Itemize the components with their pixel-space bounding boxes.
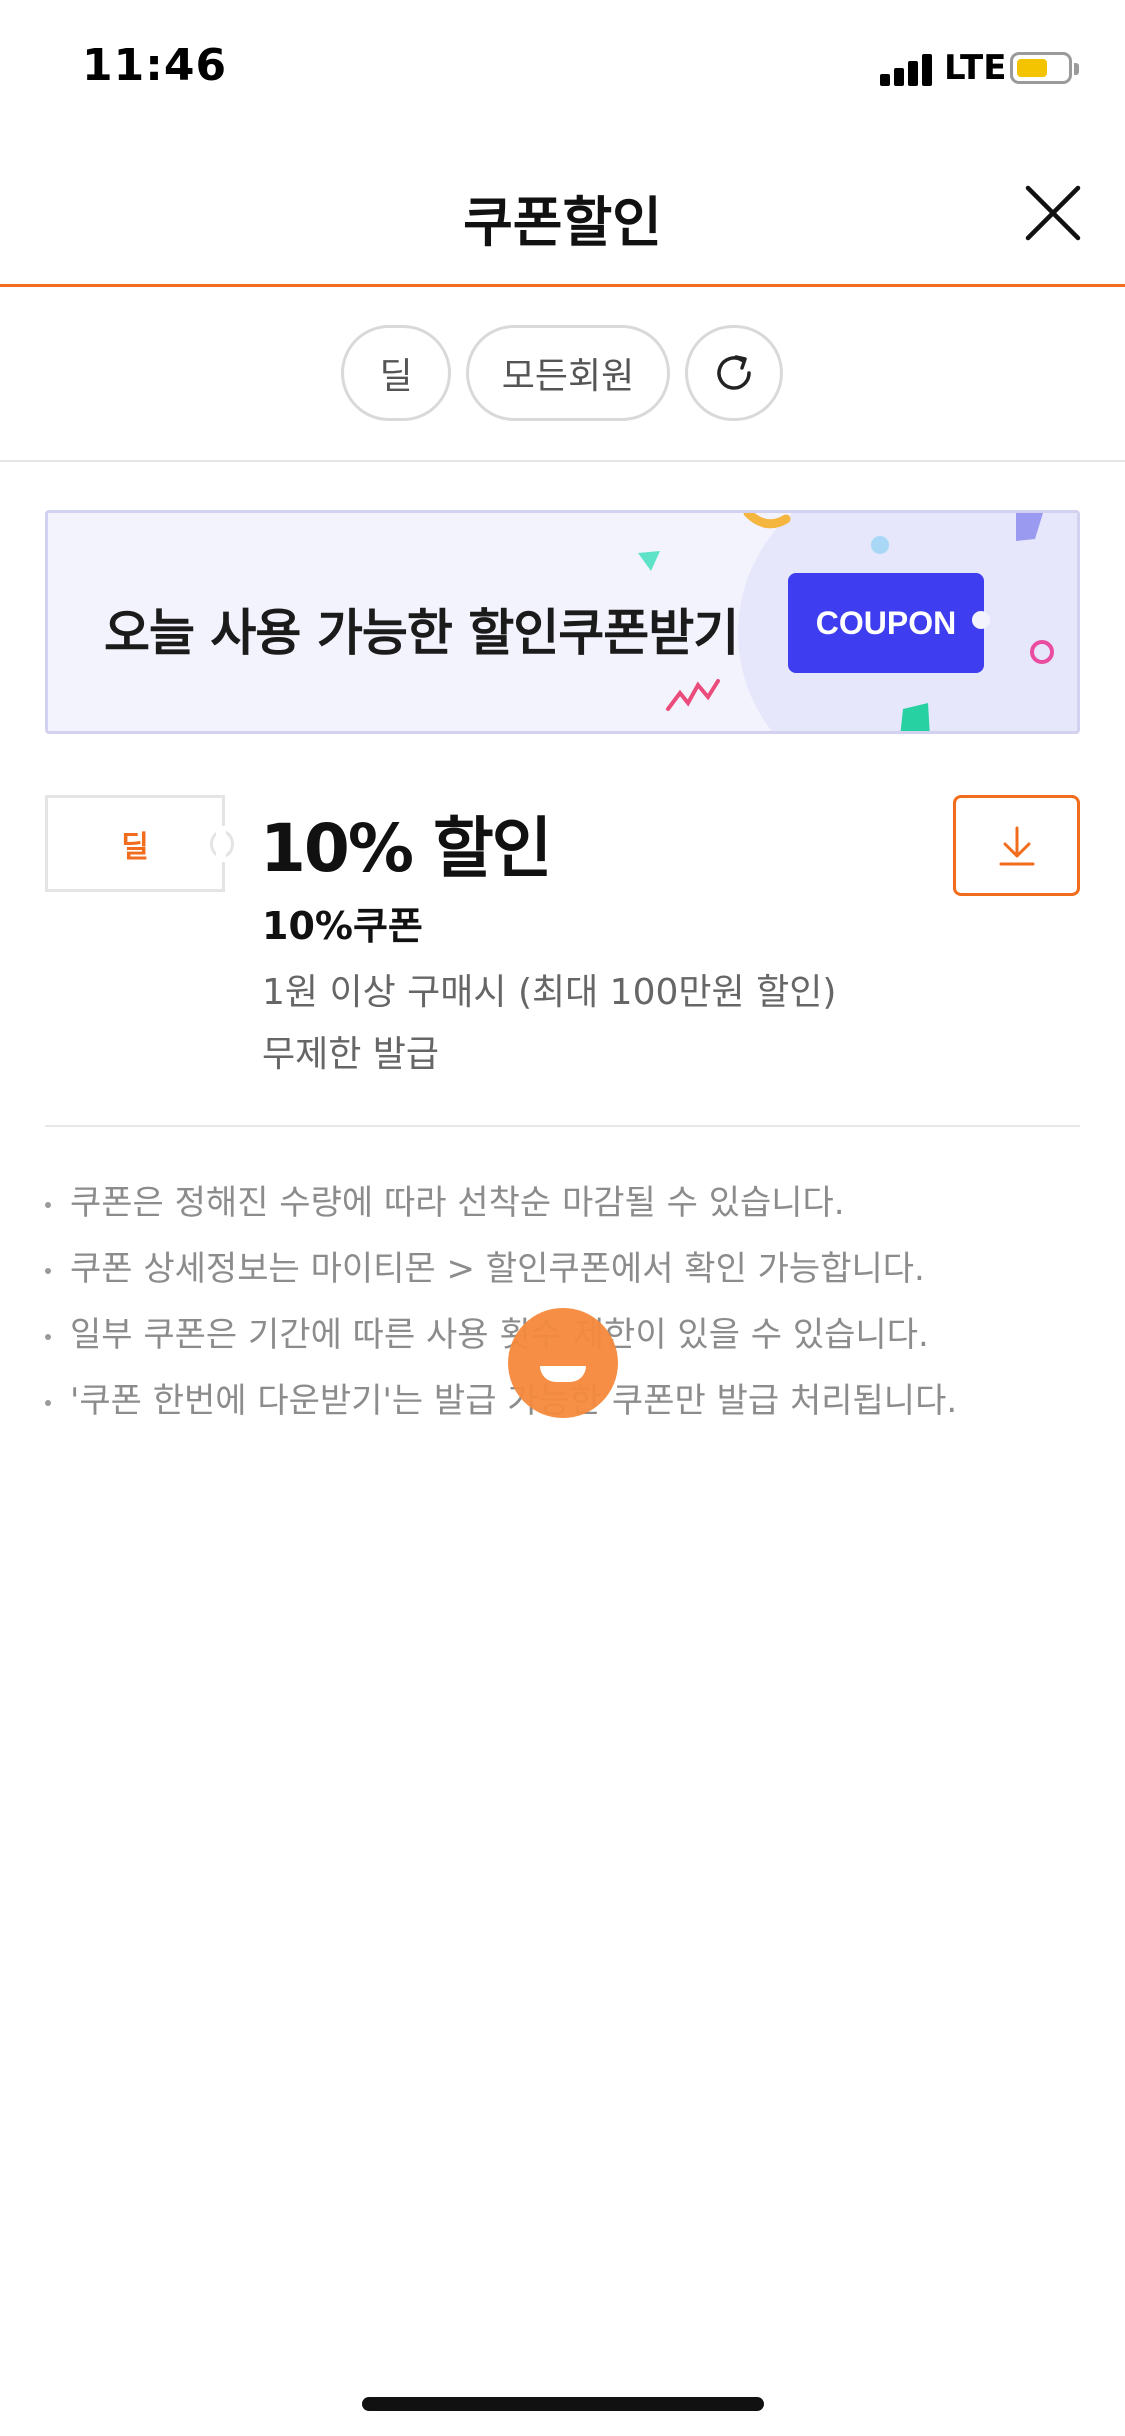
coupon-banner[interactable]: 오늘 사용 가능한 할인쿠폰받기 COUPON (45, 510, 1080, 734)
battery-icon (1010, 52, 1079, 84)
signal-icon (880, 52, 934, 86)
divider (45, 1125, 1080, 1127)
banner-text: 오늘 사용 가능한 할인쿠폰받기 (104, 604, 739, 662)
touch-indicator (508, 1308, 618, 1418)
status-time: 11:46 (82, 40, 228, 91)
coupon-badge-label: COUPON (815, 604, 957, 641)
notice-item: 쿠폰은 정해진 수량에 따라 선착순 마감될 수 있습니다. (45, 1180, 1095, 1246)
network-label: LTE (944, 48, 1007, 88)
filter-bar: 딜 모든회원 (0, 287, 1125, 462)
home-indicator[interactable] (362, 2397, 764, 2411)
coupon-tag: 딜 (45, 795, 234, 892)
coupon-tag-label: 딜 (121, 829, 149, 865)
close-button[interactable] (1020, 180, 1086, 246)
coupon-discount: 10% 할인 (260, 810, 552, 887)
coupon-issue-limit: 무제한 발급 (262, 1034, 440, 1075)
header: 쿠폰할인 (0, 150, 1125, 287)
status-bar: 11:46 LTE (0, 0, 1125, 140)
download-icon (999, 826, 1034, 865)
filter-chip-deal[interactable]: 딜 (341, 325, 451, 421)
coupon-name: 10%쿠폰 (262, 904, 423, 948)
coupon-badge: COUPON (788, 573, 990, 673)
filter-chip-all-members[interactable]: 모든회원 (466, 325, 670, 421)
refresh-icon (717, 355, 751, 390)
coupon-condition: 1원 이상 구매시 (최대 100만원 할인) (262, 972, 837, 1013)
notice-item: 쿠폰 상세정보는 마이티몬 > 할인쿠폰에서 확인 가능합니다. (45, 1246, 1095, 1312)
page-title: 쿠폰할인 (463, 191, 662, 254)
download-coupon-button[interactable] (953, 795, 1080, 896)
close-icon (1025, 185, 1081, 241)
refresh-button[interactable] (685, 325, 783, 421)
